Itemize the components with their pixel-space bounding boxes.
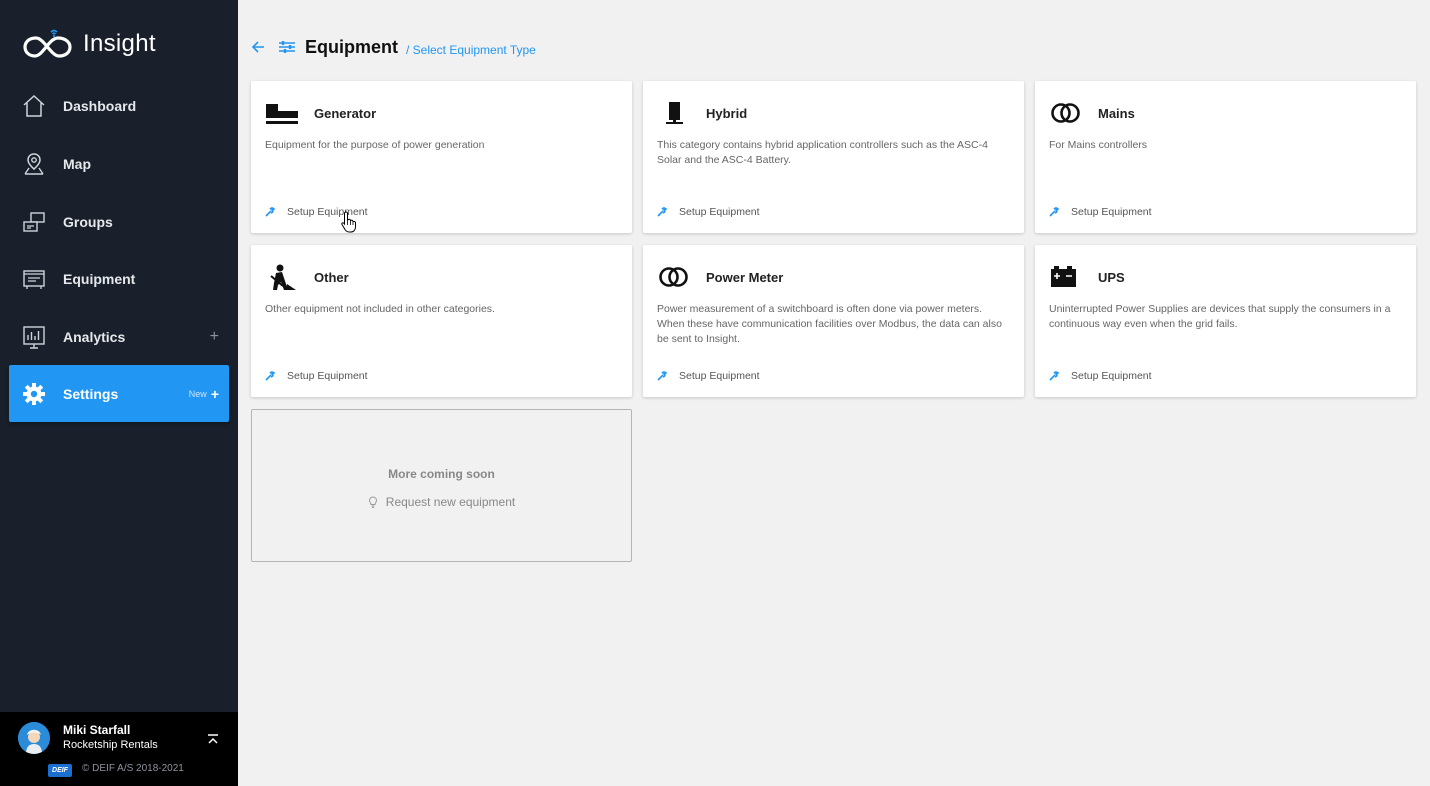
setup-equipment-label: Setup Equipment [1071, 370, 1152, 382]
sidebar-item-label: Analytics [63, 328, 126, 345]
new-badge-label: New [188, 388, 207, 399]
setup-equipment-button[interactable]: Setup Equipment [657, 370, 760, 382]
sidebar-item-label: Settings [63, 385, 119, 402]
breadcrumb[interactable]: / Select Equipment Type [406, 43, 536, 57]
sidebar-item-dashboard[interactable]: Dashboard [9, 77, 229, 134]
setup-equipment-label: Setup Equipment [679, 370, 760, 382]
equipment-icon [21, 266, 47, 292]
sidebar-item-groups[interactable]: Groups [9, 193, 229, 250]
user-panel: Miki Starfall Rocketship Rentals DEIF © … [0, 712, 238, 786]
sidebar-item-label: Dashboard [63, 97, 137, 114]
sidebar-item-equipment[interactable]: Equipment [9, 250, 229, 307]
setup-equipment-button[interactable]: Setup Equipment [657, 206, 760, 218]
setup-equipment-label: Setup Equipment [1071, 206, 1152, 218]
sidebar-item-map[interactable]: Map [9, 135, 229, 192]
card-title: UPS [1098, 270, 1125, 285]
mains-icon [1049, 99, 1085, 127]
setup-equipment-label: Setup Equipment [287, 370, 368, 382]
sidebar-item-label: Groups [63, 213, 113, 230]
equipment-card-hybrid[interactable]: Hybrid This category contains hybrid app… [643, 81, 1024, 233]
equipment-card-power-meter[interactable]: Power Meter Power measurement of a switc… [643, 245, 1024, 397]
user-name: Miki Starfall [63, 723, 131, 737]
brand[interactable]: Insight [22, 26, 156, 62]
lightbulb-icon [368, 496, 377, 508]
deif-logo: DEIF [48, 764, 72, 777]
copyright: © DEIF A/S 2018-2021 [82, 763, 184, 774]
setup-equipment-label: Setup Equipment [287, 206, 368, 218]
equipment-card-generator[interactable]: Generator Equipment for the purpose of p… [251, 81, 632, 233]
sidebar-item-label: Equipment [63, 270, 136, 287]
user-organization: Rocketship Rentals [63, 739, 158, 751]
coming-soon-card: More coming soon Request new equipment [251, 409, 632, 562]
power-meter-icon [657, 263, 693, 291]
tune-icon [279, 41, 295, 53]
card-title: Hybrid [706, 106, 748, 121]
card-description: For Mains controllers [1049, 139, 1148, 151]
hybrid-icon [657, 99, 693, 127]
card-description: Other equipment not included in other ca… [265, 303, 495, 315]
wrench-icon [1049, 207, 1059, 217]
equipment-card-ups[interactable]: UPS Uninterrupted Power Supplies are dev… [1035, 245, 1416, 397]
setup-equipment-button[interactable]: Setup Equipment [1049, 206, 1152, 218]
collapse-up-icon[interactable] [205, 732, 221, 748]
avatar[interactable] [18, 722, 50, 754]
page-title: Equipment [305, 36, 398, 57]
equipment-card-other[interactable]: Other Other equipment not included in ot… [251, 245, 632, 397]
back-arrow-icon[interactable] [250, 39, 266, 55]
analytics-icon [21, 324, 47, 350]
setup-equipment-button[interactable]: Setup Equipment [265, 370, 368, 382]
worker-icon [265, 263, 301, 291]
card-title: Power Meter [706, 270, 784, 285]
app-name: Insight [83, 30, 156, 57]
battery-icon [1049, 263, 1085, 291]
sidebar-item-label: Map [63, 155, 91, 172]
sidebar-item-analytics[interactable]: Analytics + [9, 308, 229, 365]
card-description: Uninterrupted Power Supplies are devices… [1049, 303, 1391, 330]
equipment-card-mains[interactable]: Mains For Mains controllers Setup Equipm… [1035, 81, 1416, 233]
new-badge[interactable]: New + [189, 386, 219, 402]
page-header: Equipment / Select Equipment Type [250, 34, 536, 60]
setup-equipment-button[interactable]: Setup Equipment [265, 206, 368, 218]
card-description: Power measurement of a switchboard is of… [657, 303, 1002, 345]
map-pin-icon [21, 151, 47, 177]
card-title: Other [314, 270, 349, 285]
request-equipment-link[interactable]: Request new equipment [252, 495, 631, 509]
setup-equipment-label: Setup Equipment [679, 206, 760, 218]
wrench-icon [657, 371, 667, 381]
sidebar: Insight Dashboard Map Groups Equipment A… [0, 0, 238, 786]
card-description: This category contains hybrid applicatio… [657, 139, 988, 166]
gear-icon [21, 381, 47, 407]
wrench-icon [1049, 371, 1059, 381]
card-description: Equipment for the purpose of power gener… [265, 139, 485, 151]
sidebar-item-settings[interactable]: Settings New + [9, 365, 229, 422]
expand-settings-icon: + [210, 385, 219, 402]
home-icon [21, 93, 47, 119]
insight-logo-icon [23, 29, 72, 58]
wrench-icon [265, 207, 275, 217]
request-equipment-label: Request new equipment [385, 495, 516, 509]
generator-icon [265, 99, 301, 127]
setup-equipment-button[interactable]: Setup Equipment [1049, 370, 1152, 382]
card-title: Mains [1098, 106, 1135, 121]
card-title: Generator [314, 106, 377, 121]
expand-analytics-icon[interactable]: + [210, 328, 219, 346]
groups-icon [21, 209, 47, 235]
coming-soon-title: More coming soon [388, 467, 495, 481]
wrench-icon [265, 371, 275, 381]
wrench-icon [657, 207, 667, 217]
